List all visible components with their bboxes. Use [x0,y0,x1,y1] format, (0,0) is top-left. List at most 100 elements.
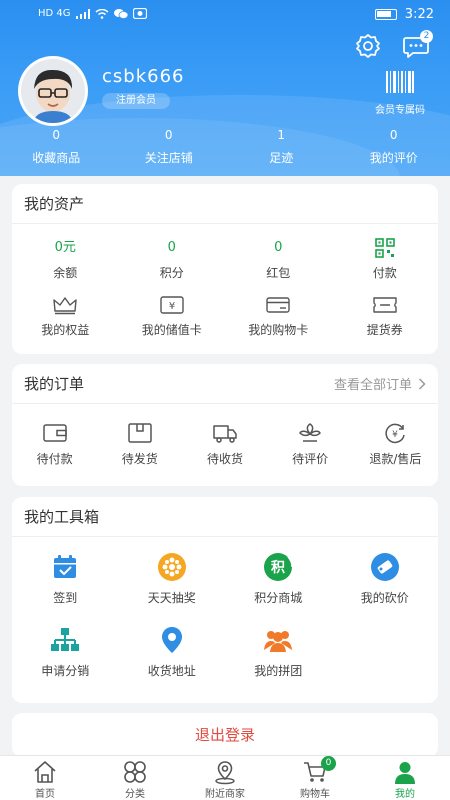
tool-group-buy[interactable]: 我的拼团 [225,624,332,679]
stat-label: 我的评价 [369,151,418,165]
points-label: 积分 [159,266,184,280]
stat-value: 1 [277,128,286,142]
cart-count-badge: 0 [321,756,336,771]
points-item[interactable]: 0 积分 [119,238,226,281]
tool-bargain[interactable]: 我的砍价 [332,551,439,606]
nav-nearby[interactable]: 附近商家 [180,756,270,800]
nav-category[interactable]: 分类 [90,756,180,800]
stored-value-card-label: 我的储值卡 [141,323,202,337]
app-notice-icon [132,8,147,19]
wallet-icon [42,424,67,442]
stat-label: 足迹 [269,151,294,165]
logout-button[interactable]: 退出登录 [12,713,438,757]
shopping-card-item[interactable]: 我的购物卡 [225,295,332,338]
avatar[interactable] [18,56,88,126]
gear-icon [356,34,380,58]
assets-title: 我的资产 [24,195,85,213]
tool-bargain-label: 我的砍价 [360,591,409,605]
bargain-icon [370,553,399,581]
tools-title: 我的工具箱 [24,508,100,526]
settings-button[interactable] [354,32,382,60]
pickup-coupon-label: 提货券 [366,323,403,337]
nav-profile[interactable]: 我的 [360,756,450,800]
order-pending-review[interactable]: 待评价 [268,422,353,467]
bottom-nav: 首页 分类 附近商家 0 购物车 我的 [0,755,450,800]
nav-category-label: 分类 [125,789,145,800]
balance-item[interactable]: 0元 余额 [12,238,119,281]
stat-value: 0 [389,128,398,142]
tool-address[interactable]: 收货地址 [119,624,226,679]
tool-distribution-label: 申请分销 [41,664,90,678]
benefits-item[interactable]: 我的权益 [12,295,119,338]
qr-pay-icon [374,238,395,258]
stored-value-card-icon: ¥ [160,296,184,314]
svg-text:¥: ¥ [392,430,398,440]
tool-group-buy-label: 我的拼团 [254,664,303,678]
stat-value: 0 [164,128,173,142]
stat-label: 关注店铺 [144,151,193,165]
avatar-image [21,59,85,123]
member-code-label: 会员专属码 [375,105,425,116]
wifi-icon [95,8,108,19]
coupon-icon [373,297,397,313]
pay-item[interactable]: 付款 [332,238,439,281]
view-all-orders-link[interactable]: 查看全部订单 [334,374,426,393]
order-refund-aftersale-label: 退款/售后 [369,452,422,466]
order-pending-shipment[interactable]: 待发货 [97,422,182,467]
stat-reviews[interactable]: 0 我的评价 [338,126,450,166]
points-mall-glyph: 积 [271,559,285,576]
tool-distribution[interactable]: 申请分销 [12,624,119,679]
nav-home[interactable]: 首页 [0,756,90,800]
svg-text:¥: ¥ [169,301,175,312]
tool-lottery[interactable]: 天天抽奖 [119,551,226,606]
orders-title: 我的订单 [24,375,85,393]
tool-points-mall[interactable]: 积 积分商城 [225,551,332,606]
member-level-badge: 注册会员 [102,93,170,109]
location-icon [161,627,182,653]
shopping-card-icon [266,297,290,313]
nav-cart[interactable]: 0 购物车 [270,756,360,800]
tool-address-label: 收货地址 [147,664,196,678]
category-icon [124,761,146,783]
points-mall-icon: 积 [264,553,294,581]
order-refund-aftersale[interactable]: ¥ 退款/售后 [353,422,438,467]
tool-lottery-label: 天天抽奖 [147,591,196,605]
signal-icon [75,8,90,19]
red-packet-item[interactable]: 0 红包 [225,238,332,281]
refund-icon: ¥ [385,423,406,444]
group-buy-icon [264,631,293,652]
stat-favorites[interactable]: 0 收藏商品 [0,126,113,166]
stored-value-card-item[interactable]: ¥ 我的储值卡 [119,295,226,338]
stat-footprints[interactable]: 1 足迹 [225,126,338,166]
benefits-label: 我的权益 [41,323,90,337]
wechat-icon [113,8,128,19]
order-pending-shipment-label: 待发货 [121,452,158,466]
checkin-icon [54,555,77,578]
home-icon [34,761,56,783]
pickup-coupon-item[interactable]: 提货券 [332,295,439,338]
order-pending-receipt[interactable]: 待收货 [182,422,267,467]
member-code-button[interactable]: 会员专属码 [370,70,430,116]
stat-followed-shops[interactable]: 0 关注店铺 [113,126,226,166]
tools-card: 我的工具箱 签到 天天抽奖 积 积分商城 我的砍价 申请分销 收货地址 我的拼团 [12,497,438,703]
order-pending-payment[interactable]: 待付款 [12,422,97,467]
red-packet-label: 红包 [266,266,291,280]
nav-cart-label: 购物车 [300,789,330,800]
box-icon [128,423,152,443]
nav-home-label: 首页 [35,789,55,800]
order-pending-payment-label: 待付款 [36,452,73,466]
stat-value: 0 [52,128,61,142]
stat-label: 收藏商品 [32,151,81,165]
profile-stats: 0 收藏商品 0 关注店铺 1 足迹 0 我的评价 [0,126,450,166]
messages-button[interactable]: 2 [402,30,433,60]
tool-checkin[interactable]: 签到 [12,551,119,606]
network-indicator: HD 4G [38,7,71,19]
crown-icon [53,297,77,315]
profile-header: HD 4G 3:22 2 csbk666 注册会员 会员专属码 0 收藏商品 0… [0,0,450,176]
red-packet-value: 0 [274,240,283,255]
tool-points-mall-label: 积分商城 [254,591,303,605]
username: csbk666 [102,66,185,87]
clock: 3:22 [404,7,434,22]
balance-label: 余额 [53,266,78,280]
nav-nearby-label: 附近商家 [205,789,245,800]
